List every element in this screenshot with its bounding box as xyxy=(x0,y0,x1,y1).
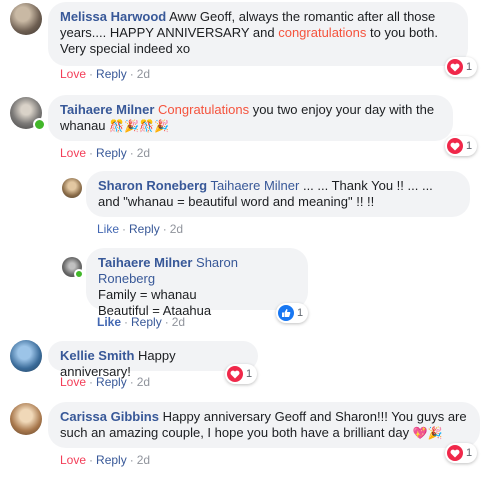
comment-actions: Love · Reply · 2d xyxy=(60,146,151,160)
online-status-dot xyxy=(33,118,46,131)
reply-link[interactable]: Reply xyxy=(96,67,127,81)
mention-link[interactable]: Taihaere Milner xyxy=(210,178,299,193)
heart-icon xyxy=(227,366,243,382)
reply-link[interactable]: Reply xyxy=(96,375,127,389)
like-link[interactable]: Like xyxy=(97,222,119,236)
commenter-name[interactable]: Carissa Gibbins xyxy=(60,409,159,424)
timestamp[interactable]: 2d xyxy=(137,146,150,160)
heart-icon xyxy=(447,59,463,75)
commenter-name[interactable]: Sharon Roneberg xyxy=(98,178,207,193)
avatar[interactable] xyxy=(10,403,42,435)
reply-link[interactable]: Reply xyxy=(96,453,127,467)
avatar[interactable] xyxy=(10,340,42,372)
comment-actions: Love · Reply · 2d xyxy=(60,375,151,389)
like-link[interactable]: Like xyxy=(97,315,121,329)
highlighted-word: Congratulations xyxy=(158,102,250,117)
timestamp[interactable]: 2d xyxy=(137,375,150,389)
comment-bubble: Taihaere Milner Sharon Roneberg Family =… xyxy=(86,248,308,318)
reaction-number: 1 xyxy=(297,307,304,319)
commenter-name[interactable]: Kellie Smith xyxy=(60,348,134,363)
comment-line-1: Family = whanau xyxy=(98,287,197,302)
reaction-count[interactable]: 1 xyxy=(225,364,258,384)
thumbs-up-icon xyxy=(278,305,294,321)
reply-link[interactable]: Reply xyxy=(129,222,160,236)
reaction-count[interactable]: 1 xyxy=(276,303,309,323)
avatar[interactable] xyxy=(10,3,42,35)
reaction-number: 1 xyxy=(246,368,253,380)
timestamp[interactable]: 2d xyxy=(137,453,150,467)
love-link[interactable]: Love xyxy=(60,453,86,467)
reaction-number: 1 xyxy=(466,447,473,459)
comment-bubble: Taihaere Milner Congratulations you two … xyxy=(48,95,453,141)
reaction-number: 1 xyxy=(466,140,473,152)
reply-link[interactable]: Reply xyxy=(131,315,162,329)
reaction-count[interactable]: 1 xyxy=(445,57,478,77)
reaction-number: 1 xyxy=(466,61,473,73)
reaction-count[interactable]: 1 xyxy=(445,443,478,463)
commenter-name[interactable]: Taihaere Milner xyxy=(98,255,192,270)
heart-icon xyxy=(447,138,463,154)
highlighted-word: congratulations xyxy=(278,25,367,40)
commenter-name[interactable]: Melissa Harwood xyxy=(60,9,166,24)
timestamp[interactable]: 2d xyxy=(170,222,183,236)
commenter-name[interactable]: Taihaere Milner xyxy=(60,102,154,117)
love-link[interactable]: Love xyxy=(60,146,86,160)
love-link[interactable]: Love xyxy=(60,375,86,389)
party-emoji: 🎊🎉🎊🎉 xyxy=(109,119,169,133)
comment-bubble: Melissa Harwood Aww Geoff, always the ro… xyxy=(48,2,468,66)
comment-bubble: Sharon Roneberg Taihaere Milner ... ... … xyxy=(86,171,470,217)
comment-actions: Love · Reply · 2d xyxy=(60,67,151,81)
online-status-dot xyxy=(74,269,84,279)
love-link[interactable]: Love xyxy=(60,67,86,81)
comment-actions: Like · Reply · 2d xyxy=(97,222,184,236)
heart-icon xyxy=(447,445,463,461)
heart-party-emoji: 💖🎉 xyxy=(412,426,443,440)
comment-actions: Like · Reply · 2d xyxy=(97,315,186,329)
comment-actions: Love · Reply · 2d xyxy=(60,453,151,467)
timestamp[interactable]: 2d xyxy=(172,315,185,329)
reply-link[interactable]: Reply xyxy=(96,146,127,160)
reaction-count[interactable]: 1 xyxy=(445,136,478,156)
comment-bubble: Carissa Gibbins Happy anniversary Geoff … xyxy=(48,402,480,448)
avatar[interactable] xyxy=(62,178,82,198)
timestamp[interactable]: 2d xyxy=(137,67,150,81)
